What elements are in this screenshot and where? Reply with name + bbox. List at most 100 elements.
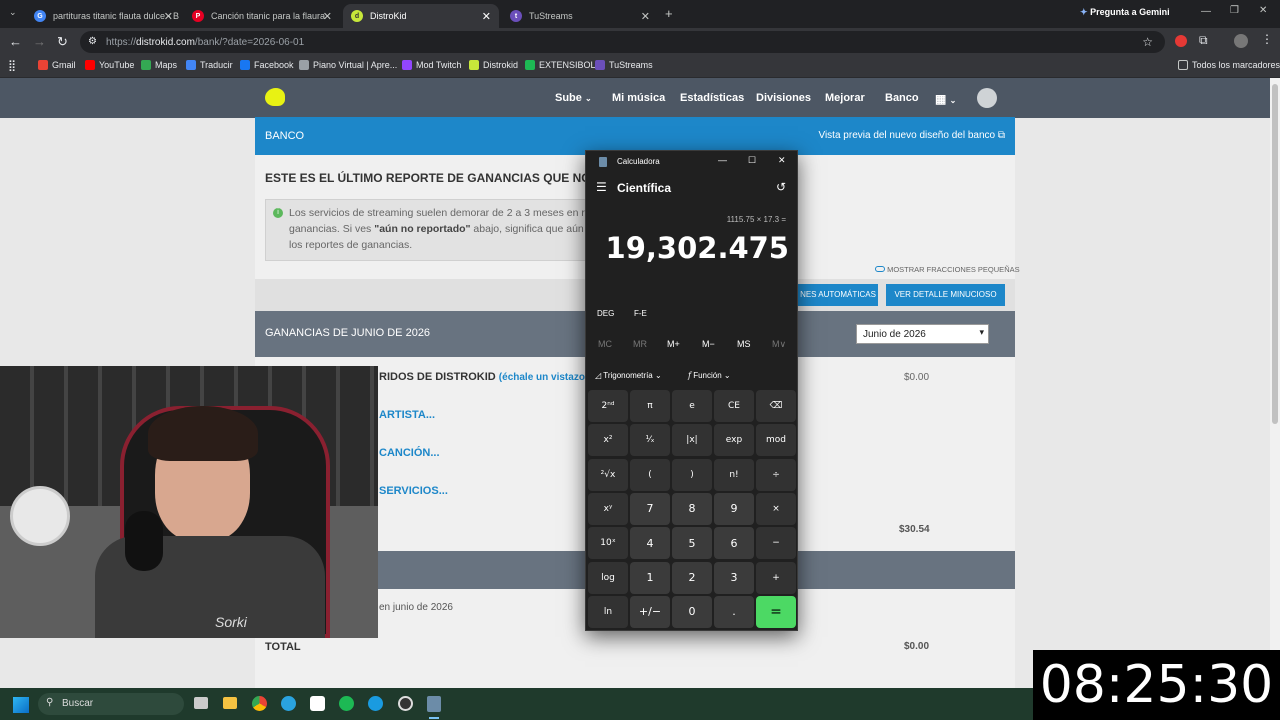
page-scrollbar[interactable] <box>1270 78 1280 688</box>
row-link[interactable]: (échale un vistazo) <box>499 372 588 383</box>
link-services[interactable]: SERVICIOS... <box>379 485 448 497</box>
factorial-button[interactable]: n! <box>714 458 754 491</box>
nav-mejorar[interactable]: Mejorar <box>825 92 865 104</box>
scrollbar-thumb[interactable] <box>1272 84 1278 424</box>
bookmark-modtwitch[interactable]: Mod Twitch <box>402 60 461 70</box>
nav-banco[interactable]: Banco <box>885 92 919 104</box>
four-button[interactable]: 4 <box>630 527 670 560</box>
task-view-icon[interactable] <box>194 697 208 709</box>
grid-menu-icon[interactable]: ▦ ⌄ <box>935 92 956 106</box>
tab-pinterest[interactable]: P Canción titanic para la flaura ✕ <box>184 4 340 28</box>
tab-google[interactable]: G partituras titanic flauta dulce - B ✕ <box>26 4 181 28</box>
divide-button[interactable]: ÷ <box>756 458 796 491</box>
e-button[interactable]: e <box>672 390 712 422</box>
small-fractions-toggle[interactable]: MOSTRAR FRACCIONES PEQUEÑAS <box>875 265 1020 274</box>
minus-button[interactable]: − <box>756 527 796 560</box>
link-song[interactable]: CANCIÓN... <box>379 447 440 459</box>
log-button[interactable]: log <box>588 561 628 594</box>
abs-button[interactable]: |x| <box>672 424 712 457</box>
pi-button[interactable]: π <box>630 390 670 422</box>
bank-preview-link[interactable]: Vista previa del nuevo diseño del banco … <box>818 130 1005 141</box>
month-select[interactable]: Junio de 2026 ▾ <box>856 324 989 344</box>
site-info-icon[interactable]: ⚙ <box>88 36 97 47</box>
browser-menu-icon[interactable]: ⋮ <box>1261 32 1273 46</box>
square-button[interactable]: x² <box>588 424 628 457</box>
negate-button[interactable]: +/− <box>630 595 670 628</box>
calculator-taskbar-icon[interactable] <box>427 696 441 712</box>
bookmark-facebook[interactable]: Facebook <box>240 60 294 70</box>
nav-estadisticas[interactable]: Estadísticas <box>680 92 744 104</box>
extensions-puzzle-icon[interactable]: ⧉ <box>1199 33 1208 48</box>
maximize-icon[interactable]: ❐ <box>1230 5 1239 16</box>
all-bookmarks[interactable]: Todos los marcadores <box>1178 60 1280 70</box>
bookmark-extensibol[interactable]: EXTENSIBOL <box>525 60 596 70</box>
bookmark-gmail[interactable]: Gmail <box>38 60 76 70</box>
zero-button[interactable]: 0 <box>672 595 712 628</box>
ten-power-button[interactable]: 10ˣ <box>588 527 628 560</box>
nine-button[interactable]: 9 <box>714 492 754 525</box>
spotify-icon[interactable] <box>339 696 354 711</box>
close-paren-button[interactable]: ) <box>672 458 712 491</box>
close-window-icon[interactable]: ✕ <box>1259 5 1267 16</box>
windows-start-icon[interactable] <box>13 697 29 713</box>
bookmark-maps[interactable]: Maps <box>141 60 177 70</box>
bookmark-piano[interactable]: Piano Virtual | Apre... <box>299 60 397 70</box>
telegram-icon[interactable] <box>281 696 296 711</box>
bookmark-youtube[interactable]: YouTube <box>85 60 134 70</box>
nav-divisiones[interactable]: Divisiones <box>756 92 811 104</box>
extension-icon[interactable] <box>1175 35 1187 47</box>
chrome-icon[interactable] <box>252 696 267 711</box>
link-artist[interactable]: ARTISTA... <box>379 409 435 421</box>
close-icon[interactable]: ✕ <box>164 10 173 23</box>
auto-button[interactable]: NES AUTOMÁTICAS <box>798 284 878 306</box>
file-explorer-icon[interactable] <box>223 697 237 709</box>
reload-icon[interactable]: ↻ <box>57 34 68 50</box>
seven-button[interactable]: 7 <box>630 492 670 525</box>
three-button[interactable]: 3 <box>714 561 754 594</box>
profile-avatar[interactable] <box>1234 34 1248 48</box>
nav-mi-musica[interactable]: Mi música <box>612 92 665 104</box>
reciprocal-button[interactable]: ¹⁄ₓ <box>630 424 670 457</box>
nav-sube[interactable]: Sube ⌄ <box>555 92 592 104</box>
bookmark-star-icon[interactable]: ☆ <box>1142 35 1153 49</box>
taskbar-search[interactable]: ⚲ Buscar <box>38 693 184 715</box>
capcut-icon[interactable] <box>310 696 325 711</box>
ln-button[interactable]: ln <box>588 595 628 628</box>
open-paren-button[interactable]: ( <box>630 458 670 491</box>
one-button[interactable]: 1 <box>630 561 670 594</box>
root-button[interactable]: ²√x <box>588 458 628 491</box>
bookmark-tustreams[interactable]: TuStreams <box>595 60 653 70</box>
minimize-icon[interactable]: — <box>1201 6 1211 17</box>
bookmark-distrokid[interactable]: Distrokid <box>469 60 518 70</box>
detail-button[interactable]: VER DETALLE MINUCIOSO <box>886 284 1005 306</box>
close-icon[interactable]: ✕ <box>323 10 332 23</box>
decimal-button[interactable]: . <box>714 595 754 628</box>
apps-icon[interactable]: ⣿ <box>8 59 16 72</box>
tab-tustreams[interactable]: t TuStreams ✕ <box>502 4 658 28</box>
exp-button[interactable]: exp <box>714 424 754 457</box>
backspace-button[interactable]: ⌫ <box>756 390 796 422</box>
six-button[interactable]: 6 <box>714 527 754 560</box>
close-icon[interactable]: ✕ <box>641 10 650 23</box>
bookmark-traducir[interactable]: Traducir <box>186 60 233 70</box>
second-button[interactable]: 2ⁿᵈ <box>588 390 628 422</box>
back-icon[interactable]: ← <box>9 34 22 49</box>
equals-button[interactable]: = <box>756 595 796 628</box>
forward-icon[interactable]: → <box>33 34 46 49</box>
ce-button[interactable]: CE <box>714 390 754 422</box>
mod-button[interactable]: mod <box>756 424 796 457</box>
five-button[interactable]: 5 <box>672 527 712 560</box>
obs-icon[interactable] <box>398 696 413 711</box>
new-tab-icon[interactable]: + <box>665 6 673 21</box>
address-bar[interactable]: ⚙ https://distrokid.com/bank/?date=2026-… <box>80 31 1165 53</box>
tab-search-icon[interactable]: ⌄ <box>9 7 17 18</box>
tab-distrokid[interactable]: d DistroKid ✕ <box>343 4 499 28</box>
plus-button[interactable]: + <box>756 561 796 594</box>
edge-icon[interactable] <box>368 696 383 711</box>
user-avatar[interactable] <box>977 88 997 108</box>
gemini-button[interactable]: ✦ Pregunta a Gemini <box>1080 7 1170 18</box>
multiply-button[interactable]: × <box>756 492 796 525</box>
power-button[interactable]: xʸ <box>588 492 628 525</box>
eight-button[interactable]: 8 <box>672 492 712 525</box>
distrokid-logo[interactable] <box>265 88 285 106</box>
